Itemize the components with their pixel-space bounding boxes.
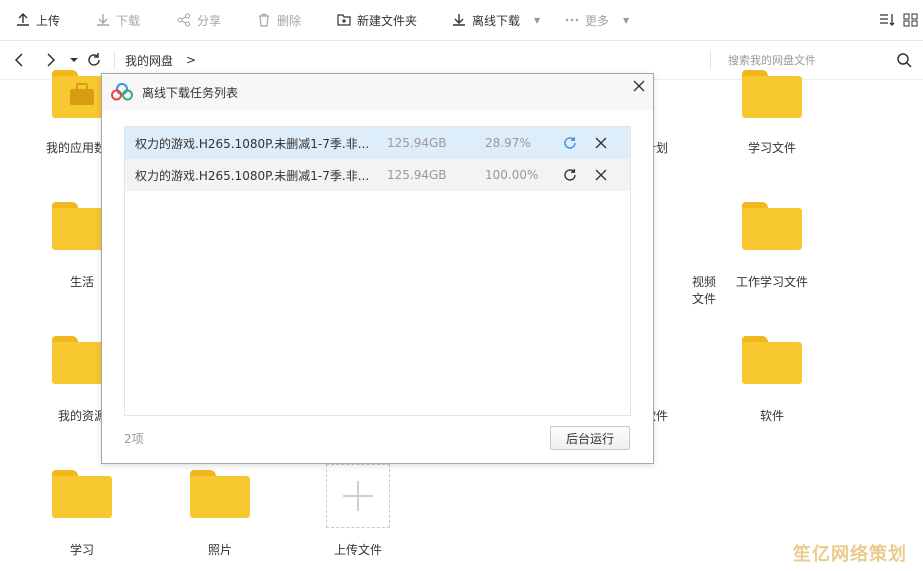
folder-icon[interactable] — [742, 70, 802, 118]
task-list: 权力的游戏.H265.1080P.未删减1-7季.非... 125.94GB 2… — [124, 126, 631, 416]
download-icon — [97, 14, 109, 26]
download-label: 下载 — [116, 13, 141, 28]
folder-icon[interactable] — [190, 470, 250, 518]
offline-download-label: 离线下载 — [472, 13, 521, 28]
trash-icon — [259, 13, 269, 27]
upload-icon — [17, 13, 29, 26]
more-icon — [565, 18, 579, 22]
folder-label: 工作学习文件 — [735, 275, 808, 289]
dialog-header: 离线下载任务列表 — [102, 74, 653, 110]
watermark: 笙亿网络策划 — [793, 544, 907, 565]
refresh-icon[interactable] — [563, 136, 577, 150]
baidu-cloud-logo-icon — [111, 83, 133, 101]
toolbar: 上传 下载 分享 删除 新建文件夹 离线下载 ▼ 更多 ▼ — [0, 0, 923, 41]
history-dropdown-icon[interactable] — [66, 52, 82, 68]
briefcase-icon — [70, 83, 94, 105]
folder-label: 学习 — [69, 543, 94, 557]
sort-icon[interactable] — [879, 12, 895, 28]
close-icon[interactable] — [594, 136, 608, 150]
chevron-down-icon[interactable]: ▼ — [623, 16, 629, 25]
new-folder-icon — [337, 14, 351, 26]
grid-view-icon[interactable] — [903, 12, 919, 28]
divider — [114, 51, 115, 69]
task-row[interactable]: 权力的游戏.H265.1080P.未删减1-7季.非... 125.94GB 2… — [125, 127, 630, 159]
close-icon[interactable] — [632, 79, 646, 93]
run-in-background-button[interactable]: 后台运行 — [550, 426, 630, 450]
delete-button[interactable]: 删除 — [257, 0, 301, 40]
task-name: 权力的游戏.H265.1080P.未删减1-7季.非... — [135, 136, 370, 151]
more-label: 更多 — [585, 13, 610, 28]
folder-icon[interactable] — [52, 470, 112, 518]
back-icon[interactable] — [12, 52, 28, 68]
offline-download-icon — [453, 14, 465, 26]
task-progress: 100.00% — [485, 168, 539, 182]
search-icon[interactable] — [896, 52, 912, 68]
refresh-icon[interactable] — [563, 168, 577, 182]
divider — [710, 51, 711, 69]
refresh-icon[interactable] — [86, 52, 102, 68]
folder-label: 学习文件 — [747, 141, 796, 155]
folder-icon[interactable] — [742, 202, 802, 250]
task-size: 125.94GB — [387, 168, 447, 182]
task-row[interactable]: 权力的游戏.H265.1080P.未删减1-7季.非... 125.94GB 1… — [125, 159, 630, 191]
folder-label: 软件 — [759, 409, 784, 423]
task-progress: 28.97% — [485, 136, 531, 150]
more-button[interactable]: 更多 ▼ — [565, 0, 629, 40]
new-folder-button[interactable]: 新建文件夹 — [337, 0, 417, 40]
delete-label: 删除 — [277, 13, 302, 28]
download-button[interactable]: 下载 — [96, 0, 140, 40]
chevron-down-icon[interactable]: ▼ — [534, 16, 540, 25]
share-icon — [177, 13, 190, 27]
upload-label: 上传 — [36, 13, 61, 28]
offline-download-dialog: 离线下载任务列表 权力的游戏.H265.1080P.未删减1-7季.非... 1… — [101, 73, 654, 464]
forward-icon[interactable] — [42, 52, 58, 68]
close-icon[interactable] — [594, 168, 608, 182]
task-count: 2项 — [124, 432, 144, 446]
upload-button[interactable]: 上传 — [16, 0, 60, 40]
upload-file-tile[interactable] — [326, 464, 390, 528]
offline-download-button[interactable]: 离线下载 ▼ — [452, 0, 540, 40]
new-folder-label: 新建文件夹 — [357, 13, 418, 28]
upload-file-label: 上传文件 — [333, 543, 382, 557]
folder-icon[interactable] — [742, 336, 802, 384]
folder-label: 照片 — [207, 543, 232, 557]
share-label: 分享 — [197, 13, 222, 28]
share-button[interactable]: 分享 — [177, 0, 221, 40]
task-size: 125.94GB — [387, 136, 447, 150]
dialog-title: 离线下载任务列表 — [142, 85, 239, 100]
task-name: 权力的游戏.H265.1080P.未删减1-7季.非... — [135, 168, 370, 183]
